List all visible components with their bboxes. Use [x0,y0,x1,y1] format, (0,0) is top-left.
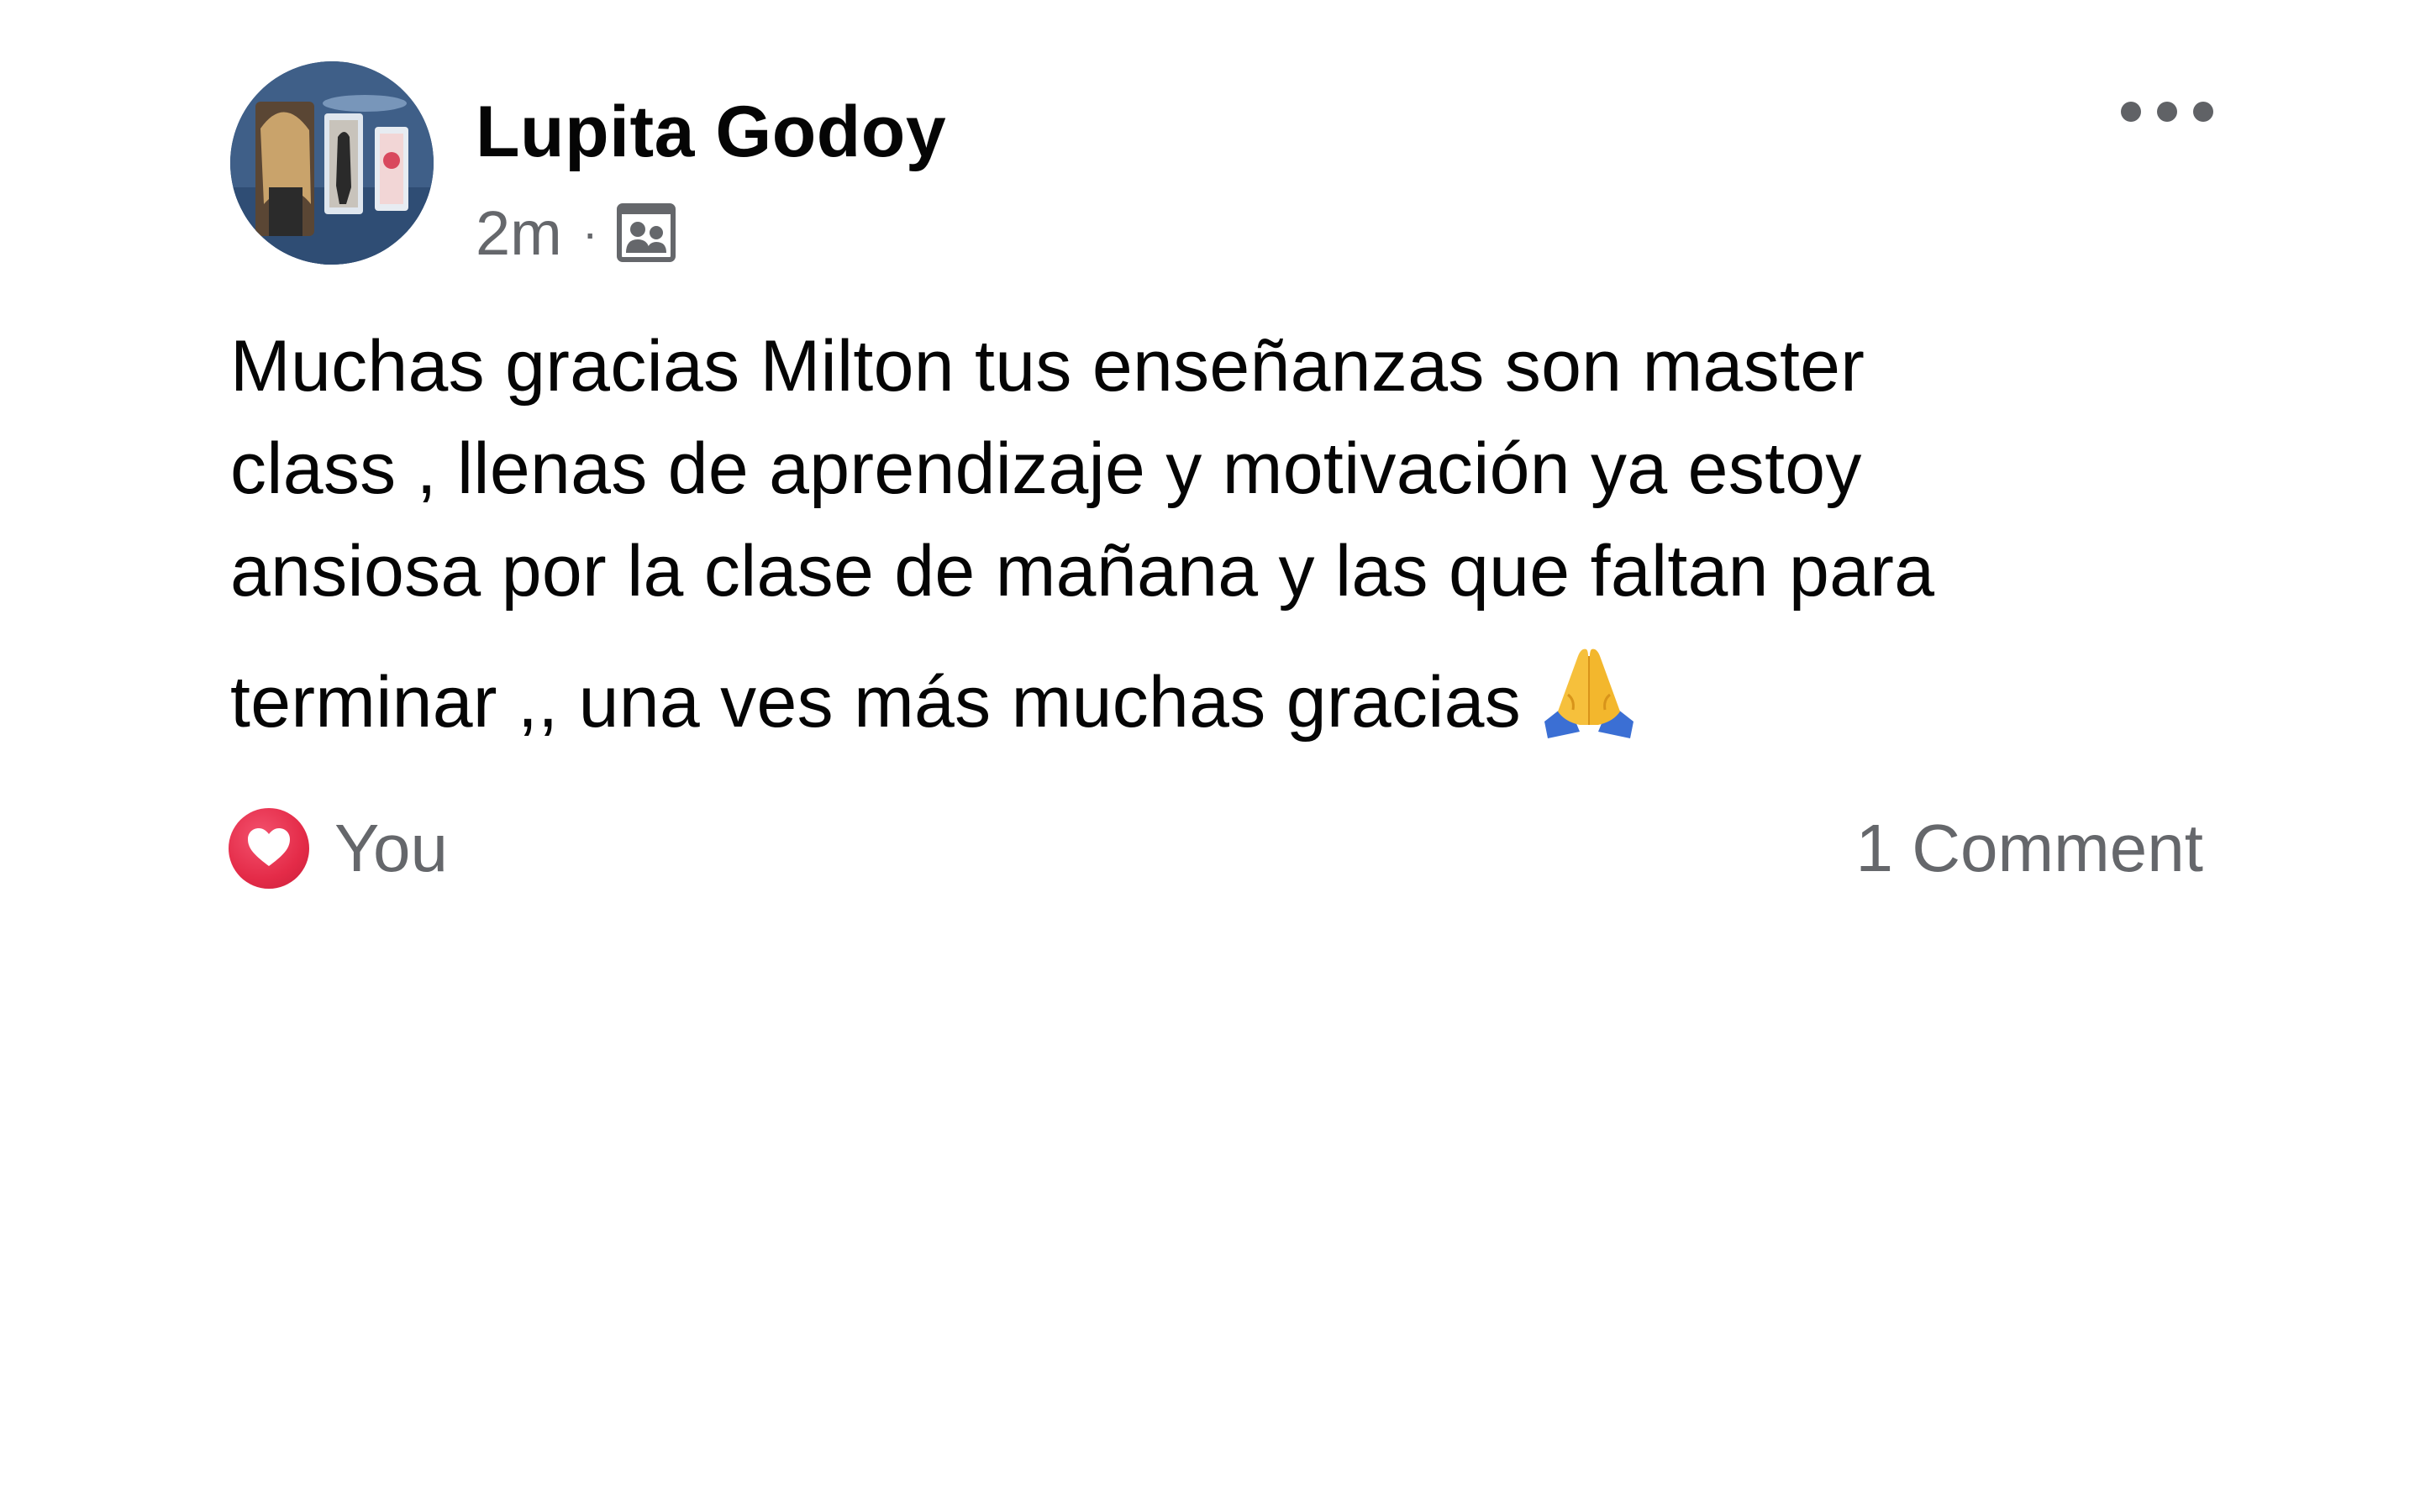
heart-reaction-icon [229,808,309,889]
more-dot [2157,102,2177,122]
avatar-photo [230,61,434,265]
more-options-icon[interactable] [2121,91,2213,133]
post-text-last-line: terminar ,, una ves más muchas gracias [230,644,2230,753]
comments-count-link[interactable]: 1 Comment [1856,806,2203,890]
more-dot [2121,102,2141,122]
post-meta: 2m · [476,195,676,270]
reactions-summary[interactable]: You [229,806,448,890]
post-text-line: Muchas gracias Milton tus enseñanzas son… [230,326,1865,407]
post-timestamp[interactable]: 2m [476,197,562,269]
post-text-line: ansiosa por la clase de mañana y las que… [230,531,1935,612]
post-text: Muchas gracias Milton tus enseñanzas son… [230,315,2230,753]
reaction-label: You [334,811,448,885]
post-text-line: terminar ,, una ves más muchas gracias [230,662,1522,743]
more-dot [2193,102,2213,122]
post-card: Lupita Godoy 2m · Muchas gracias Milton … [0,0,2420,1512]
author-name[interactable]: Lupita Godoy [476,91,946,174]
post-text-line: class , llenas de aprendizaje y motivaci… [230,428,1862,509]
author-avatar[interactable] [230,61,434,265]
heart-icon [248,828,290,866]
group-icon [617,203,676,262]
meta-separator: · [581,206,598,259]
folded-hands-icon [1544,648,1634,738]
